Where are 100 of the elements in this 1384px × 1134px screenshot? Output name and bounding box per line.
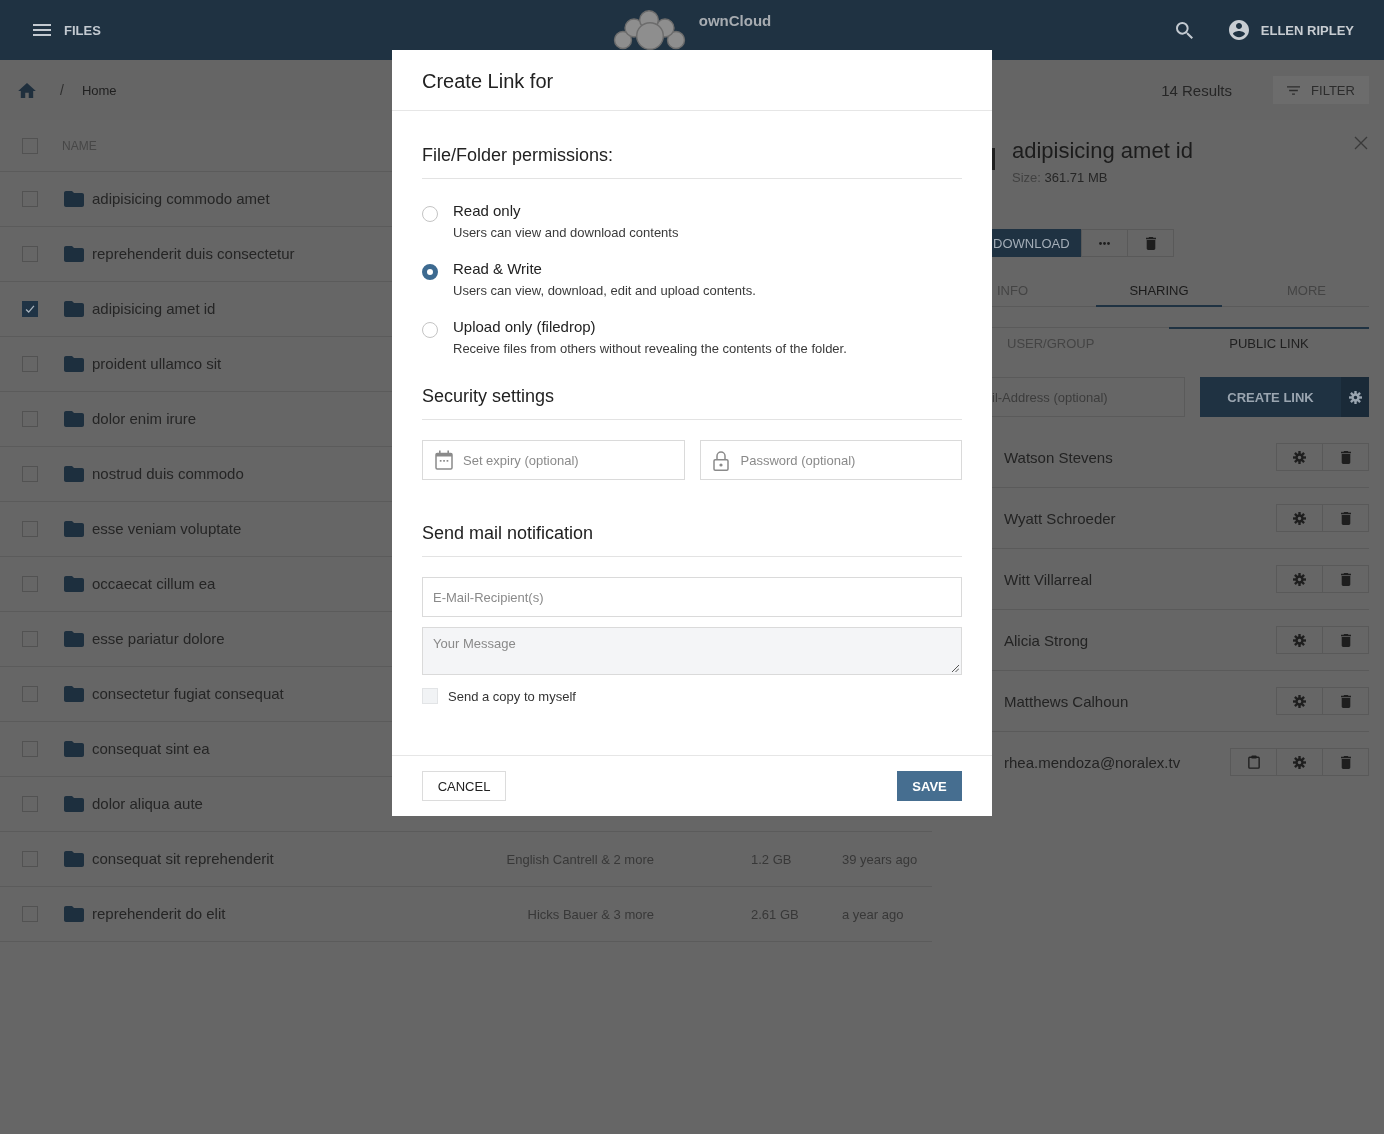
tab[interactable]: SHARING — [1096, 277, 1222, 307]
radio-button[interactable] — [422, 264, 438, 280]
user-menu-button[interactable]: ELLEN RIPLEY — [1228, 20, 1354, 40]
file-name[interactable]: reprehenderit duis consectetur — [92, 245, 295, 262]
file-name[interactable]: adipisicing amet id — [92, 300, 216, 317]
trash-icon — [1340, 633, 1351, 647]
file-name[interactable]: dolor enim irure — [92, 410, 197, 427]
option-label[interactable]: Upload only (filedrop) — [453, 317, 847, 337]
file-name[interactable]: consectetur fugiat consequat — [92, 685, 284, 702]
folder-icon — [64, 851, 84, 867]
more-button[interactable] — [1081, 229, 1128, 257]
section-heading: Send mail notification — [422, 522, 962, 557]
option-label[interactable]: Read only — [453, 201, 679, 221]
share-settings-button[interactable] — [1276, 687, 1323, 715]
cancel-button[interactable]: CANCEL — [422, 771, 506, 801]
file-name[interactable]: reprehenderit do elit — [92, 905, 226, 922]
gear-icon — [1293, 755, 1306, 769]
folder-icon — [64, 741, 84, 757]
recipients-field[interactable]: E-Mail-Recipient(s) — [422, 577, 962, 617]
folder-icon — [64, 686, 84, 702]
option-description: Users can view and download contents — [453, 224, 679, 242]
calendar-icon — [435, 450, 453, 470]
file-name[interactable]: dolor aliqua aute — [92, 795, 203, 812]
file-name[interactable]: occaecat cillum ea — [92, 575, 216, 592]
share-name: Wyatt Schroeder — [1003, 509, 1117, 527]
clipboard-icon — [1247, 755, 1260, 769]
option-label[interactable]: Read & Write — [453, 259, 756, 279]
folder-icon — [64, 246, 84, 262]
share-settings-button[interactable] — [1276, 565, 1323, 593]
row-checkbox[interactable] — [22, 301, 38, 317]
files-menu-button[interactable]: FILES — [33, 22, 101, 38]
trash-icon — [1340, 694, 1351, 708]
trash-icon — [1145, 236, 1156, 250]
share-settings-button[interactable] — [1276, 504, 1323, 532]
details-title: adipisicing amet id — [1012, 137, 1194, 165]
expiry-field[interactable]: Set expiry (optional) — [422, 440, 685, 480]
gear-icon — [1293, 633, 1306, 647]
size-value: 361.71 MB — [1044, 170, 1108, 185]
trash-icon — [1340, 450, 1351, 464]
share-type-tab[interactable]: PUBLIC LINK — [1169, 327, 1369, 357]
password-field[interactable]: Password (optional) — [699, 440, 962, 480]
remove-share-button[interactable] — [1322, 504, 1369, 532]
trash-icon — [1340, 572, 1351, 586]
remove-share-button[interactable] — [1322, 748, 1369, 776]
brand-name: ownCloud — [698, 11, 772, 29]
copy-checkbox[interactable] — [422, 688, 438, 704]
dialog-title: Create Link for — [422, 69, 554, 93]
share-name: Alicia Strong — [1003, 631, 1090, 649]
file-name[interactable]: adipisicing commodo amet — [92, 190, 270, 207]
file-name[interactable]: consequat sint ea — [92, 740, 210, 757]
resize-handle-icon[interactable] — [951, 664, 959, 672]
save-button[interactable]: SAVE — [897, 771, 962, 801]
share-settings-button[interactable] — [1276, 443, 1323, 471]
option-description: Receive files from others without revealing the contents of the folder. — [453, 340, 847, 358]
file-icon — [992, 148, 995, 170]
download-button[interactable]: DOWNLOAD — [992, 229, 1082, 257]
create-link-button[interactable]: CREATE LINK — [1200, 377, 1341, 417]
copy-link-button[interactable] — [1230, 748, 1277, 776]
results-count: 14 Results — [1161, 81, 1232, 99]
file-name[interactable]: esse veniam voluptate — [92, 520, 242, 537]
radio-button[interactable] — [422, 206, 438, 222]
home-icon[interactable] — [18, 82, 36, 98]
breadcrumb-separator: / — [60, 82, 64, 98]
remove-share-button[interactable] — [1322, 687, 1369, 715]
folder-icon — [64, 301, 84, 317]
share-name: Witt Villarreal — [1003, 570, 1094, 588]
remove-share-button[interactable] — [1322, 443, 1369, 471]
radio-button[interactable] — [422, 322, 438, 338]
file-name[interactable]: consequat sit reprehenderit — [92, 850, 274, 867]
section-heading: Security settings — [422, 385, 962, 420]
message-field[interactable]: Your Message — [422, 627, 962, 675]
close-icon[interactable] — [1354, 136, 1368, 150]
share-settings-button[interactable] — [1276, 748, 1323, 776]
folder-icon — [64, 356, 84, 372]
gear-icon — [1348, 390, 1362, 404]
checkbox-label[interactable]: Send a copy to myself — [448, 688, 576, 704]
option-description: Users can view, download, edit and upload contents. — [453, 282, 756, 300]
filter-button[interactable]: FILTER — [1273, 76, 1369, 104]
breadcrumb-link[interactable]: Home — [81, 82, 117, 98]
menu-icon — [33, 24, 51, 36]
lock-icon — [712, 449, 729, 471]
folder-icon — [64, 576, 84, 592]
file-name[interactable]: esse pariatur dolore — [92, 630, 225, 647]
link-settings-button[interactable] — [1341, 377, 1369, 417]
delete-button[interactable] — [1127, 229, 1174, 257]
remove-share-button[interactable] — [1322, 565, 1369, 593]
share-settings-button[interactable] — [1276, 626, 1323, 654]
folder-icon — [64, 796, 84, 812]
section-heading: File/Folder permissions: — [422, 144, 962, 179]
remove-share-button[interactable] — [1322, 626, 1369, 654]
account-icon — [1228, 20, 1249, 40]
file-name[interactable]: nostrud duis commodo — [92, 465, 244, 482]
file-name[interactable]: proident ullamco sit — [92, 355, 222, 372]
trash-icon — [1340, 755, 1351, 769]
folder-icon — [64, 466, 84, 482]
share-name: Watson Stevens — [1003, 448, 1114, 466]
folder-icon — [64, 521, 84, 537]
share-name: rhea.mendoza@noralex.tv — [1003, 753, 1182, 771]
gear-icon — [1293, 572, 1306, 586]
search-icon[interactable] — [1175, 21, 1193, 39]
